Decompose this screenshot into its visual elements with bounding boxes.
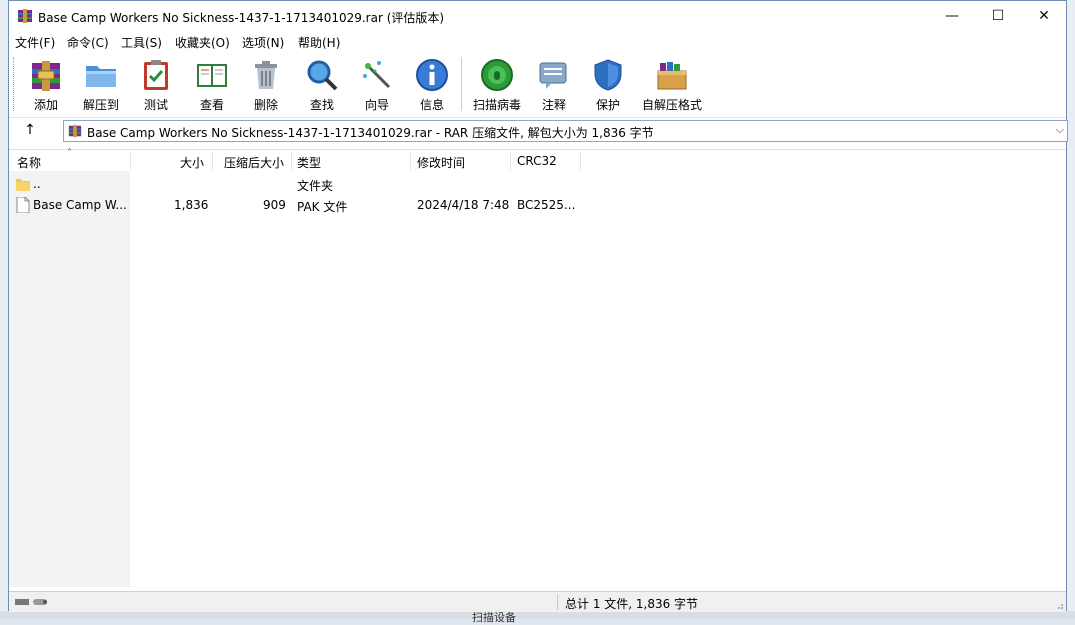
address-bar: ↑ Base Camp Workers No Sickness-1437-1-1… xyxy=(9,118,1068,146)
folder-icon xyxy=(16,179,30,191)
toolbar-separator xyxy=(461,57,462,111)
find-button[interactable]: 查找 xyxy=(294,55,350,115)
list-item-type: PAK 文件 xyxy=(297,200,348,214)
menu-file[interactable]: 文件(F) xyxy=(15,34,55,51)
status-divider xyxy=(557,594,558,610)
column-header-row: 名称 ˄ 大小 压缩后大小 类型 修改时间 CRC32 xyxy=(9,148,1066,172)
column-type[interactable]: 类型 xyxy=(297,154,321,171)
test-label: 测试 xyxy=(143,98,168,112)
winrar-window: Base Camp Workers No Sickness-1437-1-171… xyxy=(8,0,1068,612)
up-one-level-button[interactable]: ↑ xyxy=(19,122,41,142)
comment-icon xyxy=(539,62,567,89)
menu-bar: 文件(F) 命令(C) 工具(S) 收藏夹(O) 选项(N) 帮助(H) xyxy=(9,31,1066,51)
delete-button[interactable]: 删除 xyxy=(238,55,294,115)
column-divider[interactable] xyxy=(410,152,411,170)
address-field[interactable]: Base Camp Workers No Sickness-1437-1-171… xyxy=(63,120,1068,142)
add-button[interactable]: 添加 xyxy=(18,55,74,115)
column-divider[interactable] xyxy=(510,152,511,170)
list-item-pak-file[interactable]: Base Camp W... 1,836 909 PAK 文件 2024/4/1… xyxy=(9,195,609,215)
column-divider[interactable] xyxy=(291,152,292,170)
column-crc32[interactable]: CRC32 xyxy=(517,154,557,168)
address-path: Base Camp Workers No Sickness-1437-1-171… xyxy=(87,126,654,140)
view-label: 查看 xyxy=(199,98,224,112)
list-item-size: 1,836 xyxy=(174,198,209,212)
comment-label: 注释 xyxy=(541,98,566,112)
column-divider[interactable] xyxy=(130,152,131,170)
virus-scan-button[interactable]: 扫描病毒 xyxy=(469,55,525,115)
magnifier-icon xyxy=(307,60,338,91)
minimize-button[interactable]: — xyxy=(929,1,975,31)
column-name[interactable]: 名称 xyxy=(17,154,41,171)
file-icon xyxy=(16,197,30,213)
toolbar-grip[interactable] xyxy=(13,57,17,111)
sort-ascending-icon: ˄ xyxy=(67,148,72,159)
protect-button[interactable]: 保护 xyxy=(580,55,636,115)
title-bar: Base Camp Workers No Sickness-1437-1-171… xyxy=(9,1,1066,31)
desktop-right-strip xyxy=(1067,0,1075,619)
column-packed-size[interactable]: 压缩后大小 xyxy=(224,154,284,171)
magic-wand-icon xyxy=(363,61,391,89)
extract-to-label: 解压到 xyxy=(82,98,119,112)
info-icon xyxy=(416,59,448,91)
maximize-button[interactable]: ☐ xyxy=(975,1,1021,31)
view-book-icon xyxy=(197,64,227,87)
window-title: Base Camp Workers No Sickness-1437-1-171… xyxy=(38,11,445,25)
winrar-app-icon xyxy=(18,9,32,23)
find-label: 查找 xyxy=(309,98,334,112)
delete-label: 删除 xyxy=(253,98,278,112)
test-clipboard-icon xyxy=(144,60,168,90)
rar-archive-icon xyxy=(68,124,82,138)
virus-scan-label: 扫描病毒 xyxy=(472,98,521,112)
column-modified[interactable]: 修改时间 xyxy=(417,154,465,171)
resize-grip-icon[interactable] xyxy=(1054,600,1064,610)
column-divider[interactable] xyxy=(212,152,213,170)
file-list: .. 文件夹 Base Camp W... 1,836 909 PAK 文件 2… xyxy=(9,171,1066,587)
status-summary: 总计 1 文件, 1,836 字节 xyxy=(565,597,699,611)
address-dropdown-icon[interactable]: ⌵ xyxy=(1056,123,1064,137)
extract-folder-icon xyxy=(86,66,116,87)
column-size[interactable]: 大小 xyxy=(180,154,204,171)
menu-favorites[interactable]: 收藏夹(O) xyxy=(175,34,230,51)
drive-status-icon xyxy=(15,599,47,605)
trash-can-icon xyxy=(255,61,277,89)
add-archive-icon xyxy=(32,61,60,91)
test-button[interactable]: 测试 xyxy=(128,55,184,115)
toolbar: 添加 解压到 测试 查看 删除 查找 向导 信息 扫描病毒 注释 保护 自解压格… xyxy=(9,51,1066,118)
wizard-label: 向导 xyxy=(364,98,389,112)
sfx-box-icon xyxy=(657,62,687,90)
menu-help[interactable]: 帮助(H) xyxy=(298,34,340,51)
view-button[interactable]: 查看 xyxy=(184,55,240,115)
desktop-bottom-strip xyxy=(0,611,1075,619)
info-label: 信息 xyxy=(419,98,444,112)
list-item-packed-size: 909 xyxy=(263,198,286,212)
list-item-crc32: BC2525... xyxy=(517,198,576,212)
status-bar: 总计 1 文件, 1,836 字节 xyxy=(9,591,1066,612)
protect-label: 保护 xyxy=(595,98,620,112)
extract-to-button[interactable]: 解压到 xyxy=(73,55,129,115)
sfx-button[interactable]: 自解压格式 xyxy=(637,55,707,115)
add-label: 添加 xyxy=(33,98,58,112)
list-item-type: 文件夹 xyxy=(297,179,334,193)
sfx-label: 自解压格式 xyxy=(641,98,702,112)
close-button[interactable]: ✕ xyxy=(1021,1,1067,31)
menu-command[interactable]: 命令(C) xyxy=(67,34,109,51)
list-item-name: .. xyxy=(33,177,41,191)
desktop-left-strip xyxy=(0,0,8,619)
list-item-parent-folder[interactable]: .. 文件夹 xyxy=(9,174,609,194)
list-item-modified: 2024/4/18 7:48 xyxy=(417,198,510,212)
comment-button[interactable]: 注释 xyxy=(526,55,582,115)
virus-scan-icon xyxy=(481,59,513,91)
menu-tools[interactable]: 工具(S) xyxy=(121,34,162,51)
wizard-button[interactable]: 向导 xyxy=(349,55,405,115)
shield-icon xyxy=(594,59,622,91)
list-item-name: Base Camp W... xyxy=(33,198,127,212)
menu-options[interactable]: 选项(N) xyxy=(242,34,284,51)
column-divider[interactable] xyxy=(580,152,581,170)
info-button[interactable]: 信息 xyxy=(404,55,460,115)
